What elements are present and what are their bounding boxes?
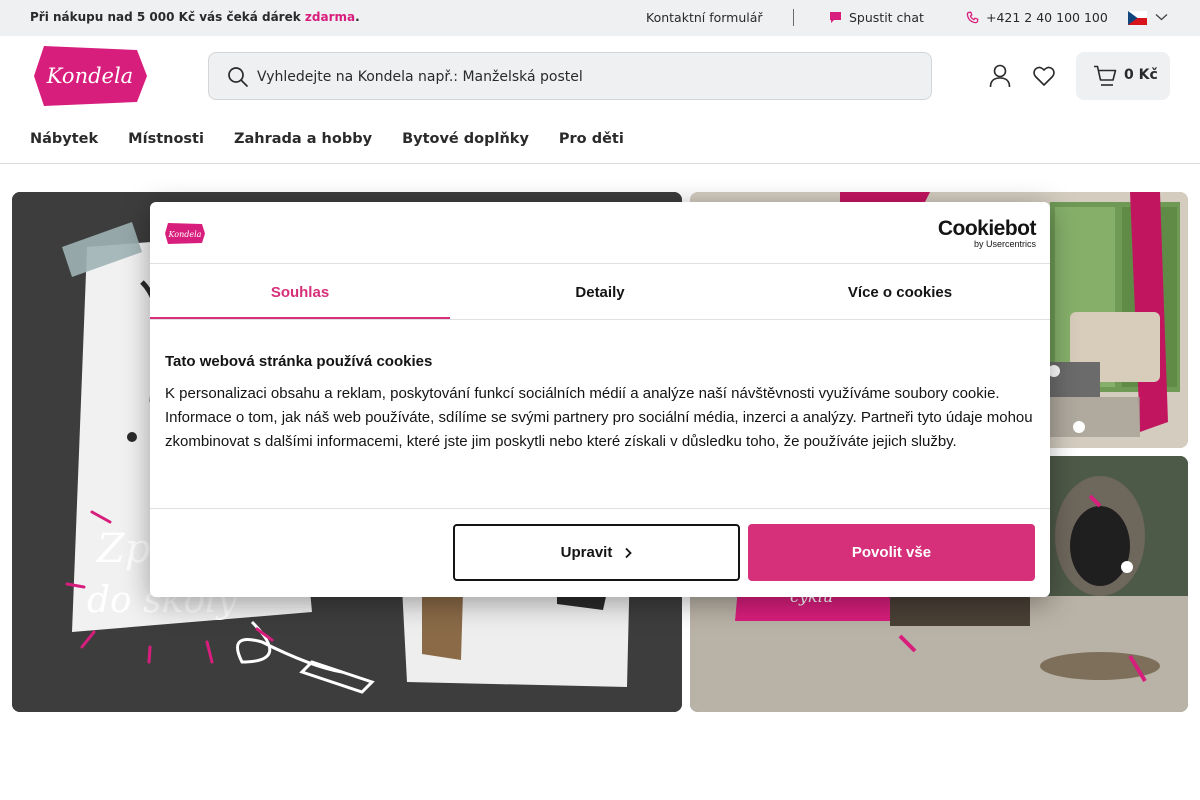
customize-button[interactable]: Upravit [453,524,740,581]
search-icon[interactable] [227,66,249,88]
nav-item-zahrada-a-hobby[interactable]: Zahrada a hobby [234,131,372,147]
heart-icon[interactable] [1033,66,1055,86]
tab-details[interactable]: Detaily [450,264,750,320]
contact-form-label: Kontaktní formulář [646,10,763,25]
nav-divider [0,163,1200,164]
chevron-down-icon[interactable] [1155,12,1168,22]
dialog-divider [150,319,1050,320]
tab-about-cookies-label: Více o cookies [847,283,953,301]
banner-main-text-1: Zp [95,526,150,572]
cart-icon [1094,65,1117,86]
czech-flag-icon[interactable] [1128,11,1147,25]
customize-label: Upravit [560,544,613,561]
cookiebot-logo[interactable]: Cookiebot by Usercentrics [932,217,1037,249]
top-bar: Při nákupu nad 5 000 Kč vás čeká dárek z… [0,0,1200,36]
carousel-dot-icon[interactable] [1073,421,1085,433]
nav-item-bytove-doplnky[interactable]: Bytové doplňky [402,131,529,147]
cookiebot-brand: Cookiebot [937,217,1037,240]
phone-icon [966,11,979,24]
phone-number: +421 2 40 100 100 [986,10,1108,25]
chevron-right-icon [625,547,633,558]
tab-consent[interactable]: Souhlas [150,264,450,320]
nav-item-pro-deti[interactable]: Pro děti [559,131,624,147]
cookie-consent-dialog: Kondela Cookiebot by Usercentrics Souhla… [150,202,1050,597]
tab-details-label: Detaily [575,283,625,301]
free-gift-promo: Při nákupu nad 5 000 Kč vás čeká dárek z… [30,10,360,24]
cart-button[interactable]: 0 Kč [1076,52,1170,100]
dialog-title: Tato webová stránka používá cookies [165,353,433,370]
tab-about-cookies[interactable]: Více o cookies [750,264,1050,320]
kondela-logo: Kondela [165,223,205,244]
search-bar[interactable] [208,52,932,100]
dialog-logo-text: Kondela [168,230,202,239]
carousel-dot-icon[interactable] [1121,561,1133,573]
dialog-divider [150,508,1050,509]
nav-item-nabytek[interactable]: Nábytek [30,131,98,147]
start-chat-label: Spustit chat [849,10,924,25]
allow-all-label: Povolit vše [851,544,932,561]
allow-all-button[interactable]: Povolit vše [748,524,1035,581]
logo-text: Kondela [46,64,133,88]
tab-consent-label: Souhlas [270,283,330,301]
promo-suffix: . [355,10,360,24]
dialog-body-text: K personalizaci obsahu a reklam, poskyto… [165,385,1033,450]
cookiebot-brand-sub: by Usercentrics [973,239,1036,249]
promo-text: Při nákupu nad 5 000 Kč vás čeká dárek [30,10,301,24]
user-account-icon[interactable] [989,64,1011,88]
top-bar-divider [793,9,794,26]
kondela-logo[interactable]: Kondela [34,46,147,106]
nav-item-mistnosti[interactable]: Místnosti [128,131,204,147]
promo-highlight[interactable]: zdarma [305,10,355,24]
phone-link[interactable]: +421 2 40 100 100 [966,10,1108,25]
chat-icon [830,12,841,23]
search-input[interactable] [257,65,907,89]
contact-form-link[interactable]: Kontaktní formulář [646,10,763,25]
start-chat-link[interactable]: Spustit chat [829,10,924,25]
cart-amount: 0 Kč [1124,67,1158,83]
main-nav: Nábytek Místnosti Zahrada a hobby Bytové… [30,131,624,147]
